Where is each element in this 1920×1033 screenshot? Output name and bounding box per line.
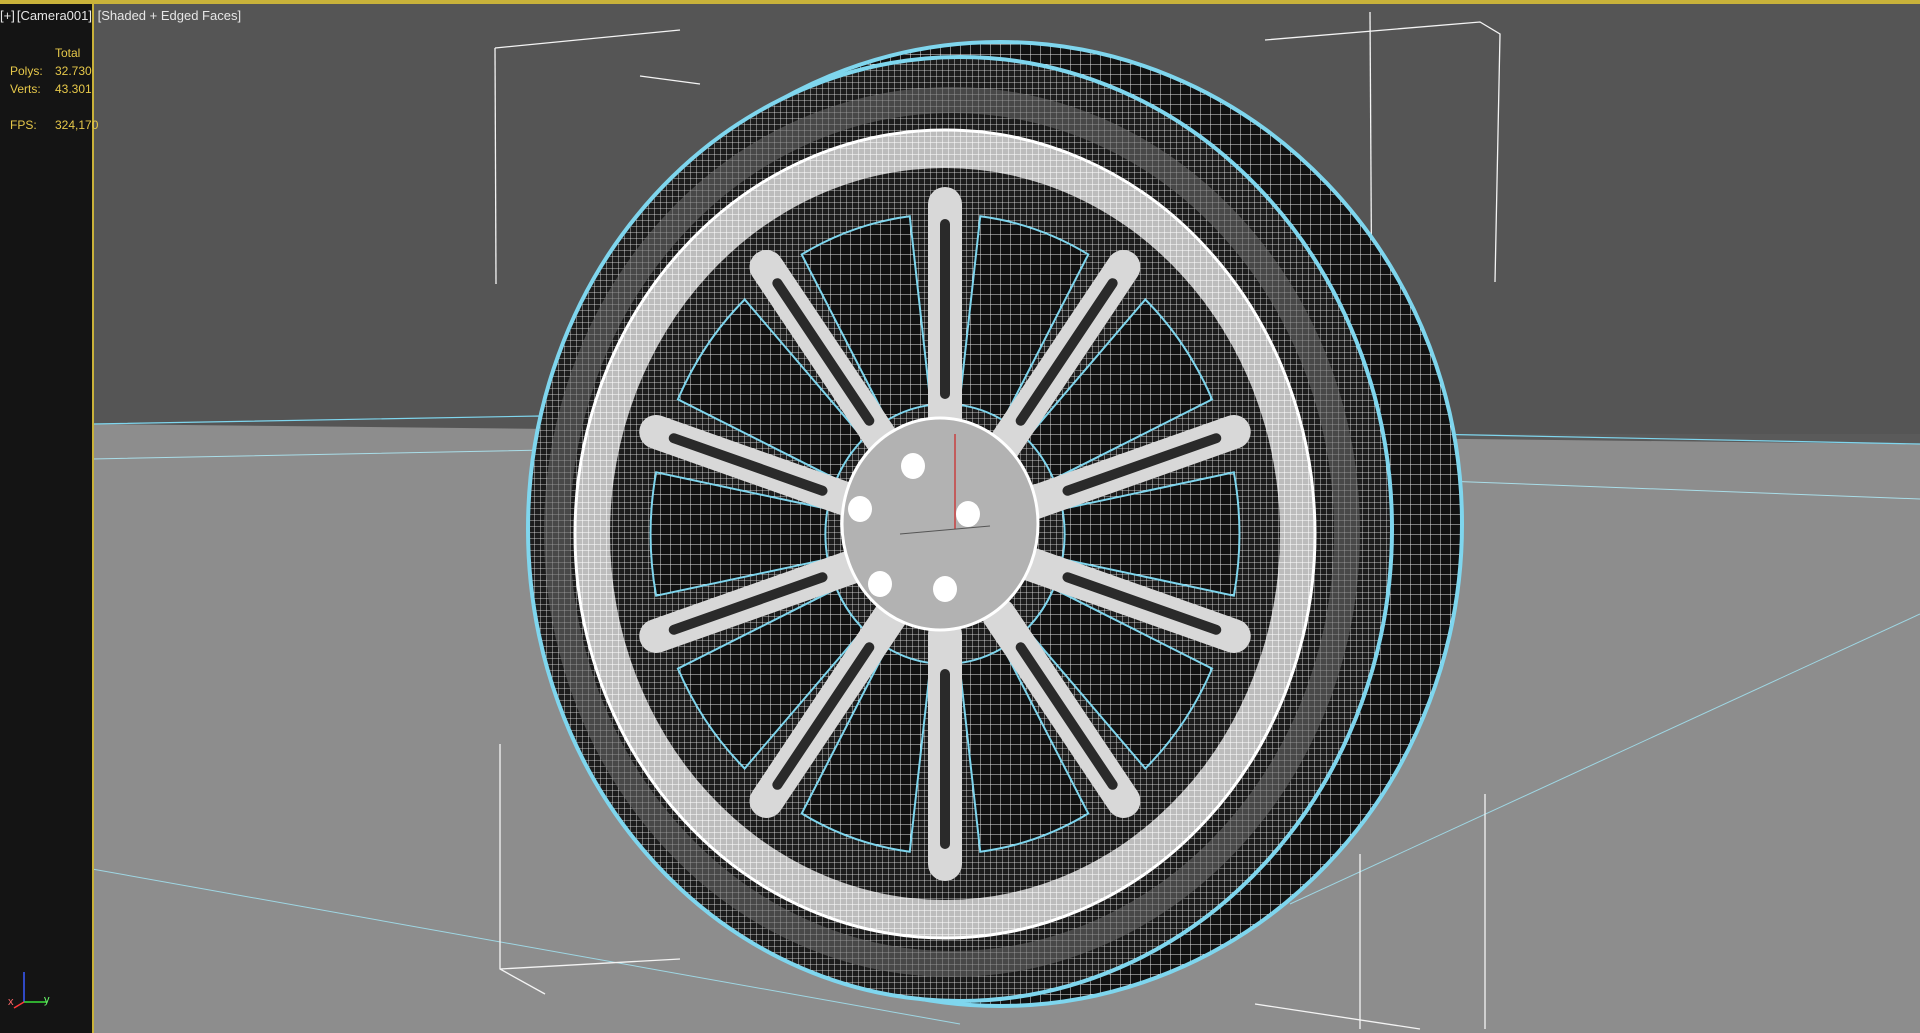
- viewport-menu-plus[interactable]: [+]: [0, 8, 15, 23]
- stats-fps-label: FPS:: [10, 118, 37, 132]
- stats-polys-label: Polys:: [10, 64, 43, 78]
- statistics-overlay: Total Polys: 32.730 Verts: 43.301 FPS: 3…: [10, 44, 98, 134]
- stats-verts-value: 43.301: [55, 82, 92, 96]
- stats-polys-value: 32.730: [55, 64, 92, 78]
- axis-x-label: x: [8, 996, 14, 1008]
- viewport-label[interactable]: [+] [Camera001] [Shaded + Edged Faces]: [0, 8, 243, 23]
- stats-verts-row: Verts: 43.301: [10, 80, 98, 98]
- viewport-shading-label[interactable]: [Shaded + Edged Faces]: [98, 8, 241, 23]
- 3d-viewport[interactable]: [0, 4, 1920, 1033]
- stats-fps-value: 324,170: [55, 118, 99, 132]
- stats-fps-row: FPS: 324,170: [10, 116, 98, 134]
- axis-tripod-icon: x y: [8, 960, 58, 1010]
- stats-header: Total: [55, 46, 81, 60]
- viewport-camera-label[interactable]: [Camera001]: [17, 8, 92, 23]
- axis-y-label: y: [44, 994, 50, 1006]
- viewport-info-panel: [0, 4, 94, 1033]
- stats-verts-label: Verts:: [10, 82, 41, 96]
- stats-polys-row: Polys: 32.730: [10, 62, 98, 80]
